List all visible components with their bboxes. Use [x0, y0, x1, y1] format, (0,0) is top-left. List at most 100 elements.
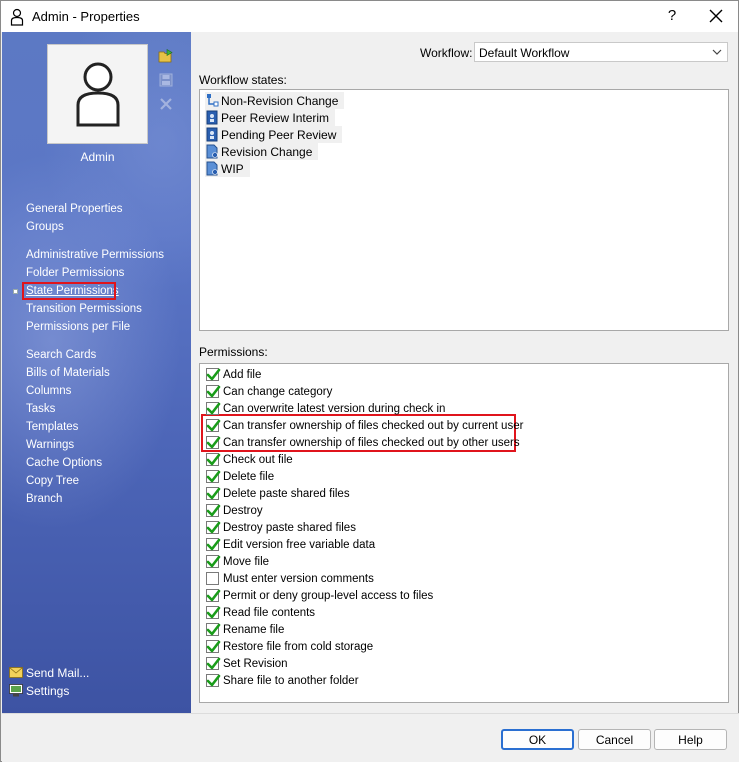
- permission-label: Rename file: [223, 623, 285, 636]
- permission-checkbox[interactable]: [206, 657, 221, 670]
- permission-label: Destroy: [223, 504, 263, 517]
- permission-checkbox[interactable]: [206, 623, 221, 636]
- settings-link[interactable]: Settings: [26, 684, 69, 698]
- active-item-highlight: [22, 282, 116, 300]
- send-mail-link[interactable]: Send Mail...: [26, 666, 89, 680]
- workflow-select[interactable]: Default Workflow: [474, 42, 728, 62]
- permission-label: Can overwrite latest version during chec…: [223, 402, 446, 415]
- permission-row: Set Revision: [206, 655, 288, 672]
- save-icon[interactable]: [158, 72, 174, 88]
- sidebar-item-folder-permissions[interactable]: Folder Permissions: [26, 265, 124, 281]
- sidebar-item-general-properties[interactable]: General Properties: [26, 201, 123, 217]
- close-button[interactable]: [703, 4, 729, 28]
- permission-label: Delete file: [223, 470, 275, 483]
- permissions-list[interactable]: Add file Can change category Can overwrite…: [199, 363, 729, 703]
- permission-label: Can transfer ownership of files checked …: [223, 419, 524, 432]
- help-button[interactable]: Help: [654, 729, 727, 750]
- sidebar-item-copy-tree[interactable]: Copy Tree: [26, 473, 79, 489]
- avatar: [47, 44, 148, 144]
- title-bar: Admin - Properties ?: [1, 1, 738, 32]
- checkmark-icon: [206, 589, 221, 602]
- permission-checkbox[interactable]: [206, 419, 221, 432]
- user-name: Admin: [80, 150, 115, 164]
- workflow-states-label: Workflow states:: [199, 73, 287, 87]
- permission-row: Delete file: [206, 468, 274, 485]
- help-title-button[interactable]: ?: [661, 4, 683, 28]
- ok-button[interactable]: OK: [501, 729, 574, 750]
- permission-row: Read file contents: [206, 604, 315, 621]
- sidebar-item-cache-options[interactable]: Cache Options: [26, 455, 102, 471]
- state-item[interactable]: Non-Revision Change: [205, 92, 345, 109]
- checkmark-icon: [206, 538, 221, 551]
- sidebar-item-bills-of-materials[interactable]: Bills of Materials: [26, 365, 110, 381]
- checkmark-icon: [206, 419, 221, 432]
- permission-checkbox[interactable]: [206, 589, 221, 602]
- permission-label: Read file contents: [223, 606, 316, 619]
- permission-checkbox[interactable]: [206, 436, 221, 449]
- permission-checkbox[interactable]: [206, 487, 221, 500]
- sidebar-item-search-cards[interactable]: Search Cards: [26, 347, 96, 363]
- state-label: Revision Change: [221, 144, 313, 159]
- permission-row: Destroy: [206, 502, 263, 519]
- user-icon: [10, 8, 24, 26]
- checkmark-icon: [206, 453, 221, 466]
- checkmark-icon: [206, 640, 221, 653]
- checkmark-icon: [206, 606, 221, 619]
- permission-label: Share file to another folder: [223, 674, 359, 687]
- permission-checkbox[interactable]: [206, 674, 221, 687]
- permission-checkbox[interactable]: [206, 521, 221, 534]
- state-item[interactable]: Peer Review Interim: [205, 109, 336, 126]
- permission-row: Restore file from cold storage: [206, 638, 373, 655]
- permission-label: Delete paste shared files: [223, 487, 350, 500]
- permission-checkbox[interactable]: [206, 640, 221, 653]
- permission-row: Edit version free variable data: [206, 536, 375, 553]
- open-folder-icon[interactable]: [158, 48, 174, 64]
- state-item[interactable]: WIP: [205, 160, 250, 177]
- permission-checkbox[interactable]: [206, 504, 221, 517]
- close-icon: [709, 9, 723, 23]
- sidebar-item-permissions-per-file[interactable]: Permissions per File: [26, 319, 130, 335]
- checkmark-icon: [206, 555, 221, 568]
- state-item[interactable]: Pending Peer Review: [205, 126, 343, 143]
- sidebar-item-administrative-permissions[interactable]: Administrative Permissions: [26, 247, 164, 263]
- state-doc-icon: [205, 144, 221, 159]
- sidebar-item-tasks[interactable]: Tasks: [26, 401, 55, 417]
- permission-checkbox[interactable]: [206, 555, 221, 568]
- sidebar-item-templates[interactable]: Templates: [26, 419, 78, 435]
- sidebar-item-branch[interactable]: Branch: [26, 491, 62, 507]
- checkmark-icon: [206, 487, 221, 500]
- permission-row: Share file to another folder: [206, 672, 359, 689]
- workflow-states-list[interactable]: Non-Revision Change Peer Review Interim Pe…: [199, 89, 729, 331]
- state-doc-icon: [205, 161, 221, 176]
- cancel-button[interactable]: Cancel: [578, 729, 651, 750]
- permission-label: Permit or deny group-level access to fil…: [223, 589, 434, 602]
- checkmark-icon: [206, 436, 221, 449]
- permission-checkbox[interactable]: [206, 538, 221, 551]
- permission-checkbox[interactable]: [206, 606, 221, 619]
- sidebar-item-groups[interactable]: Groups: [26, 219, 64, 235]
- permission-checkbox[interactable]: [206, 470, 221, 483]
- delete-icon[interactable]: [158, 96, 174, 112]
- chevron-down-icon: [712, 49, 722, 55]
- permission-checkbox[interactable]: [206, 385, 221, 398]
- permission-row: Can transfer ownership of files checked …: [206, 434, 520, 451]
- sidebar-item-warnings[interactable]: Warnings: [26, 437, 74, 453]
- permission-row: Check out file: [206, 451, 293, 468]
- permission-checkbox[interactable]: [206, 572, 219, 585]
- sidebar-item-columns[interactable]: Columns: [26, 383, 71, 399]
- permission-label: Check out file: [223, 453, 293, 466]
- state-item[interactable]: Revision Change: [205, 143, 319, 160]
- workflow-transition-icon: [205, 93, 221, 108]
- active-bullet-icon: [13, 289, 18, 294]
- permission-row: Can overwrite latest version during chec…: [206, 400, 445, 417]
- permission-label: Can transfer ownership of files checked …: [223, 436, 520, 449]
- permission-row: Rename file: [206, 621, 284, 638]
- permission-checkbox[interactable]: [206, 402, 221, 415]
- properties-window: Admin - Properties ? Admin General Prope…: [0, 0, 739, 762]
- permission-label: Can change category: [223, 385, 333, 398]
- sidebar-item-transition-permissions[interactable]: Transition Permissions: [26, 301, 142, 317]
- checkmark-icon: [206, 504, 221, 517]
- permission-checkbox[interactable]: [206, 368, 221, 381]
- permission-checkbox[interactable]: [206, 453, 221, 466]
- checkmark-icon: [206, 368, 221, 381]
